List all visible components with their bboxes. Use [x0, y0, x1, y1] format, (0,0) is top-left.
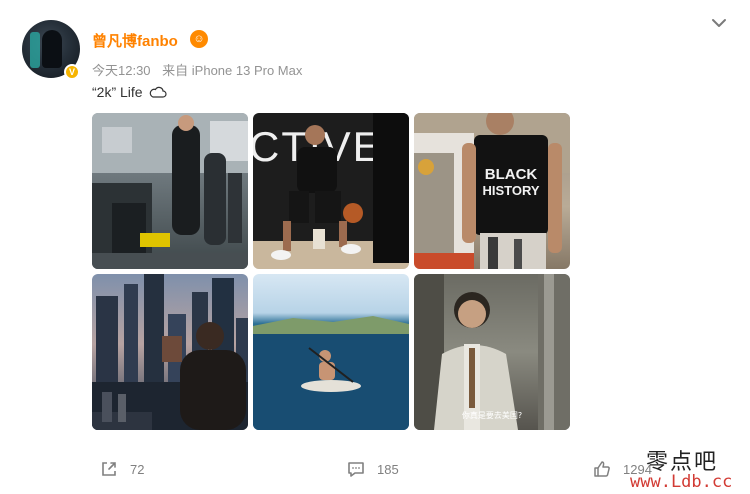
thumbs-up-icon	[594, 461, 610, 477]
photo-grid: CTIVE BLACK HISTORY 你真是要去美国?	[92, 113, 570, 430]
watermark: 零点吧 www.Ldb.cc	[630, 444, 748, 492]
photo-gym[interactable]	[92, 113, 248, 269]
chevron-down-icon[interactable]	[710, 16, 728, 30]
post-text: “2k” Life	[92, 84, 167, 100]
avatar-figure	[42, 30, 62, 68]
photo-black-history[interactable]: BLACK HISTORY	[414, 113, 570, 269]
comment-button[interactable]: 185	[347, 454, 399, 484]
shirt-text-2: HISTORY	[482, 183, 539, 198]
post-time[interactable]: 今天12:30	[92, 63, 151, 78]
cloud-icon	[150, 86, 167, 98]
watermark-url: www.Ldb.cc	[630, 472, 733, 492]
post-meta: 今天12:30 来自 iPhone 13 Pro Max	[92, 60, 310, 79]
comment-icon	[348, 462, 364, 477]
weibo-post: V 曾凡博fanbo ☺ 今天12:30 来自 iPhone 13 Pro Ma…	[0, 0, 750, 494]
photo-dribbling[interactable]: CTIVE	[253, 113, 409, 269]
subtitle-text: 你真是要去美国?	[462, 410, 522, 420]
photo-paddleboard[interactable]	[253, 274, 409, 430]
shirt-text-1: BLACK	[485, 166, 538, 183]
post-text-content: “2k” Life	[92, 84, 143, 100]
share-button[interactable]: 72	[100, 454, 144, 484]
avatar-accent	[30, 32, 40, 68]
username[interactable]: 曾凡博fanbo	[92, 30, 178, 51]
verified-badge-icon: V	[64, 64, 80, 80]
emoji-icon: ☺	[190, 30, 208, 48]
comment-count: 185	[377, 461, 399, 477]
share-icon	[102, 462, 116, 476]
photo-film-still[interactable]: 你真是要去美国?	[414, 274, 570, 430]
share-count: 72	[130, 461, 145, 477]
photo-skyline[interactable]	[92, 274, 248, 430]
post-source: 来自 iPhone 13 Pro Max	[162, 63, 303, 78]
